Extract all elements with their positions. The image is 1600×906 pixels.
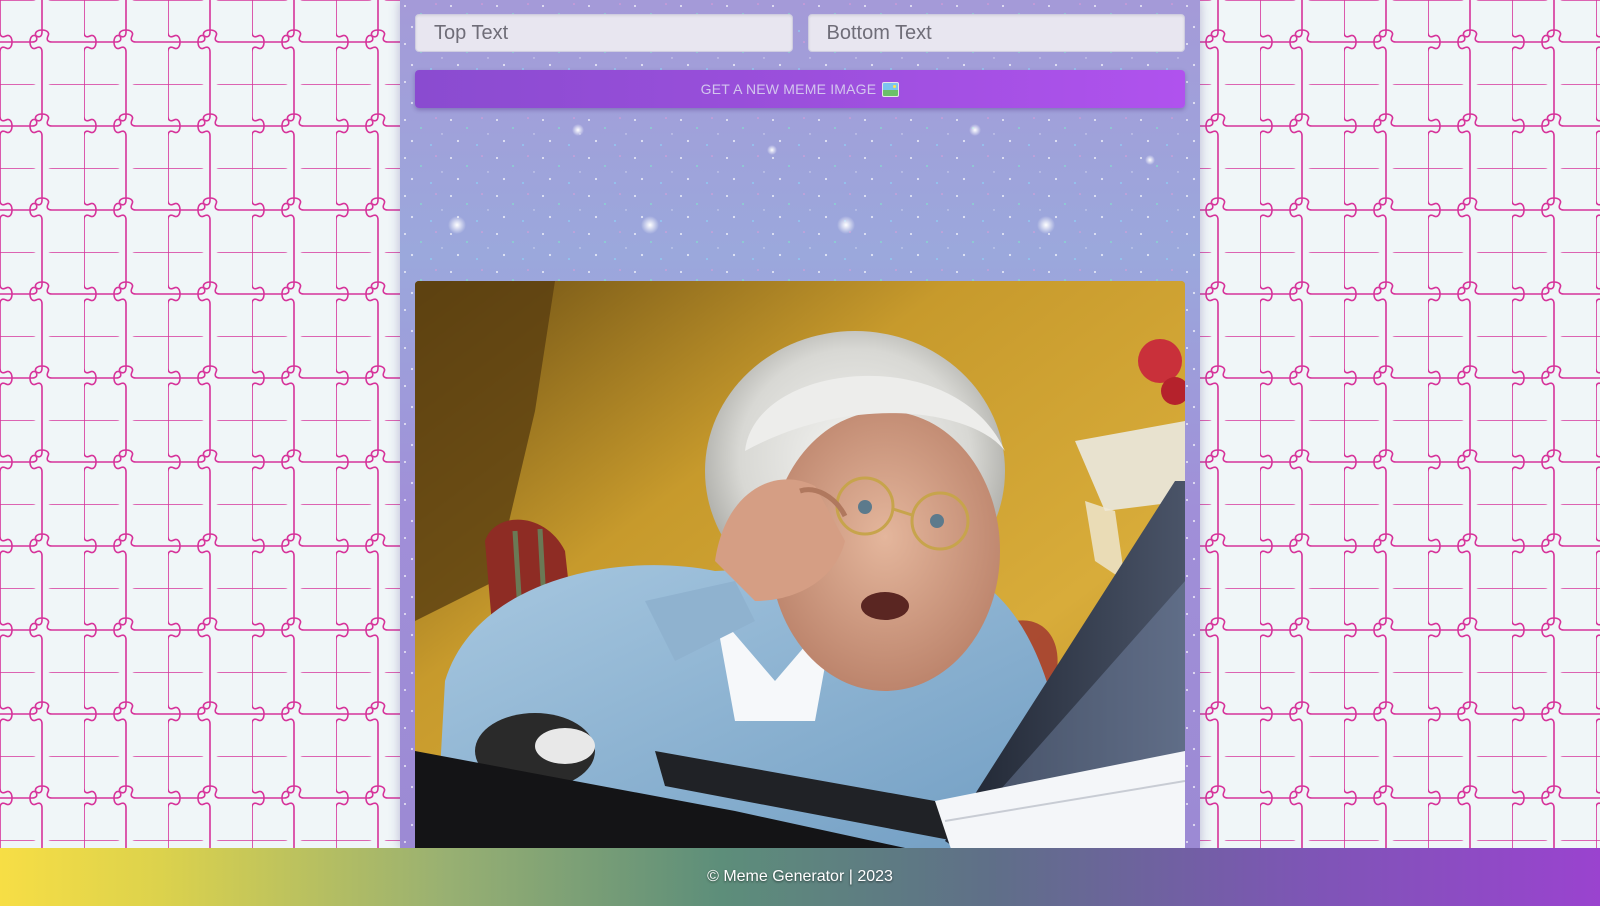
top-text-input[interactable]: [415, 14, 793, 52]
caption-inputs-row: [415, 14, 1185, 52]
bottom-text-input[interactable]: [807, 14, 1185, 52]
meme-generator-panel: GET A NEW MEME IMAGE: [400, 0, 1200, 848]
meme-photo: [415, 281, 1185, 848]
new-meme-button-label: GET A NEW MEME IMAGE: [700, 81, 877, 97]
footer-copyright: © Meme Generator | 2023: [707, 868, 893, 885]
footer: © Meme Generator | 2023: [0, 848, 1600, 906]
meme-image: [415, 281, 1185, 848]
picture-icon: [882, 81, 900, 97]
get-new-meme-image-button[interactable]: GET A NEW MEME IMAGE: [415, 70, 1185, 108]
